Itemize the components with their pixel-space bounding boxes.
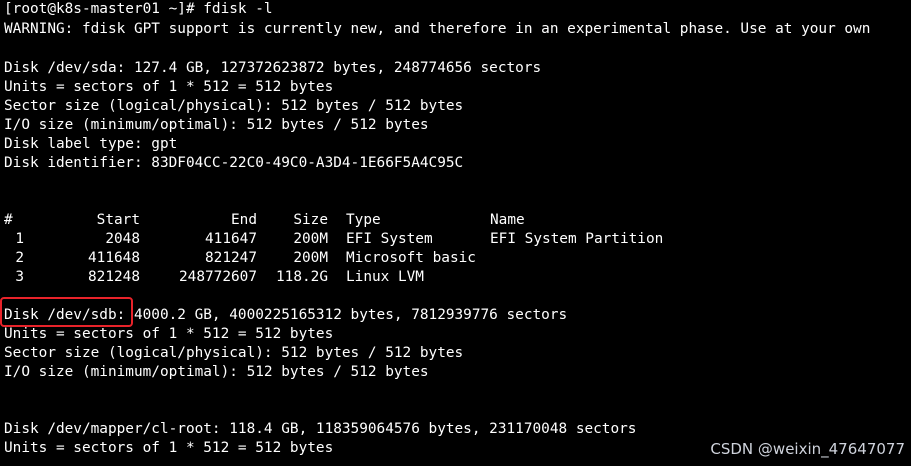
prompt-line: [root@k8s-master01 ~]# fdisk -l xyxy=(4,1,273,17)
header-name: Name xyxy=(490,212,525,228)
partition-num: 2 xyxy=(15,250,24,266)
partition-start: 821248 xyxy=(88,269,140,285)
sdb-sector-size-line: Sector size (logical/physical): 512 byte… xyxy=(4,345,464,361)
partition-type: Microsoft basic xyxy=(346,250,476,266)
sda-disk-line: Disk /dev/sda: 127.4 GB, 127372623872 by… xyxy=(4,60,542,76)
partition-end: 248772607 xyxy=(179,269,257,285)
sda-sector-size-line: Sector size (logical/physical): 512 byte… xyxy=(4,98,464,114)
partition-num: 1 xyxy=(15,231,24,247)
partition-table-header: # Start End Size Type Name xyxy=(0,211,911,230)
partition-type: Linux LVM xyxy=(346,269,424,285)
cl-root-disk-line: Disk /dev/mapper/cl-root: 118.4 GB, 1183… xyxy=(4,421,637,437)
warning-line: WARNING: fdisk GPT support is currently … xyxy=(4,21,871,37)
sda-identifier-line: Disk identifier: 83DF04CC-22C0-49C0-A3D4… xyxy=(4,155,464,171)
csdn-watermark: CSDN @weixin_47647077 xyxy=(710,440,905,458)
terminal-window[interactable]: [root@k8s-master01 ~]# fdisk -l WARNING:… xyxy=(0,0,911,466)
partition-num: 3 xyxy=(15,269,24,285)
table-row: 1 2048 411647 200M EFI System EFI System… xyxy=(0,230,911,249)
sdb-highlight-box xyxy=(0,297,133,327)
header-size: Size xyxy=(293,212,328,228)
header-start: Start xyxy=(96,212,140,228)
header-type: Type xyxy=(346,212,381,228)
partition-size: 200M xyxy=(293,231,328,247)
partition-name: EFI System Partition xyxy=(490,231,664,247)
sda-io-size-line: I/O size (minimum/optimal): 512 bytes / … xyxy=(4,117,429,133)
partition-size: 200M xyxy=(293,250,328,266)
sda-label-type-line: Disk label type: gpt xyxy=(4,136,178,152)
table-row: 2 411648 821247 200M Microsoft basic xyxy=(0,249,911,268)
table-row: 3 821248 248772607 118.2G Linux LVM xyxy=(0,268,911,287)
partition-size: 118.2G xyxy=(276,269,328,285)
sdb-units-line: Units = sectors of 1 * 512 = 512 bytes xyxy=(4,326,334,342)
partition-end: 821247 xyxy=(205,250,257,266)
partition-type: EFI System xyxy=(346,231,433,247)
partition-start: 411648 xyxy=(88,250,140,266)
sdb-io-size-line: I/O size (minimum/optimal): 512 bytes / … xyxy=(4,364,429,380)
cl-root-units-line: Units = sectors of 1 * 512 = 512 bytes xyxy=(4,440,334,456)
header-end: End xyxy=(231,212,257,228)
partition-start: 2048 xyxy=(105,231,140,247)
partition-end: 411647 xyxy=(205,231,257,247)
sda-units-line: Units = sectors of 1 * 512 = 512 bytes xyxy=(4,79,334,95)
header-num: # xyxy=(4,212,13,228)
